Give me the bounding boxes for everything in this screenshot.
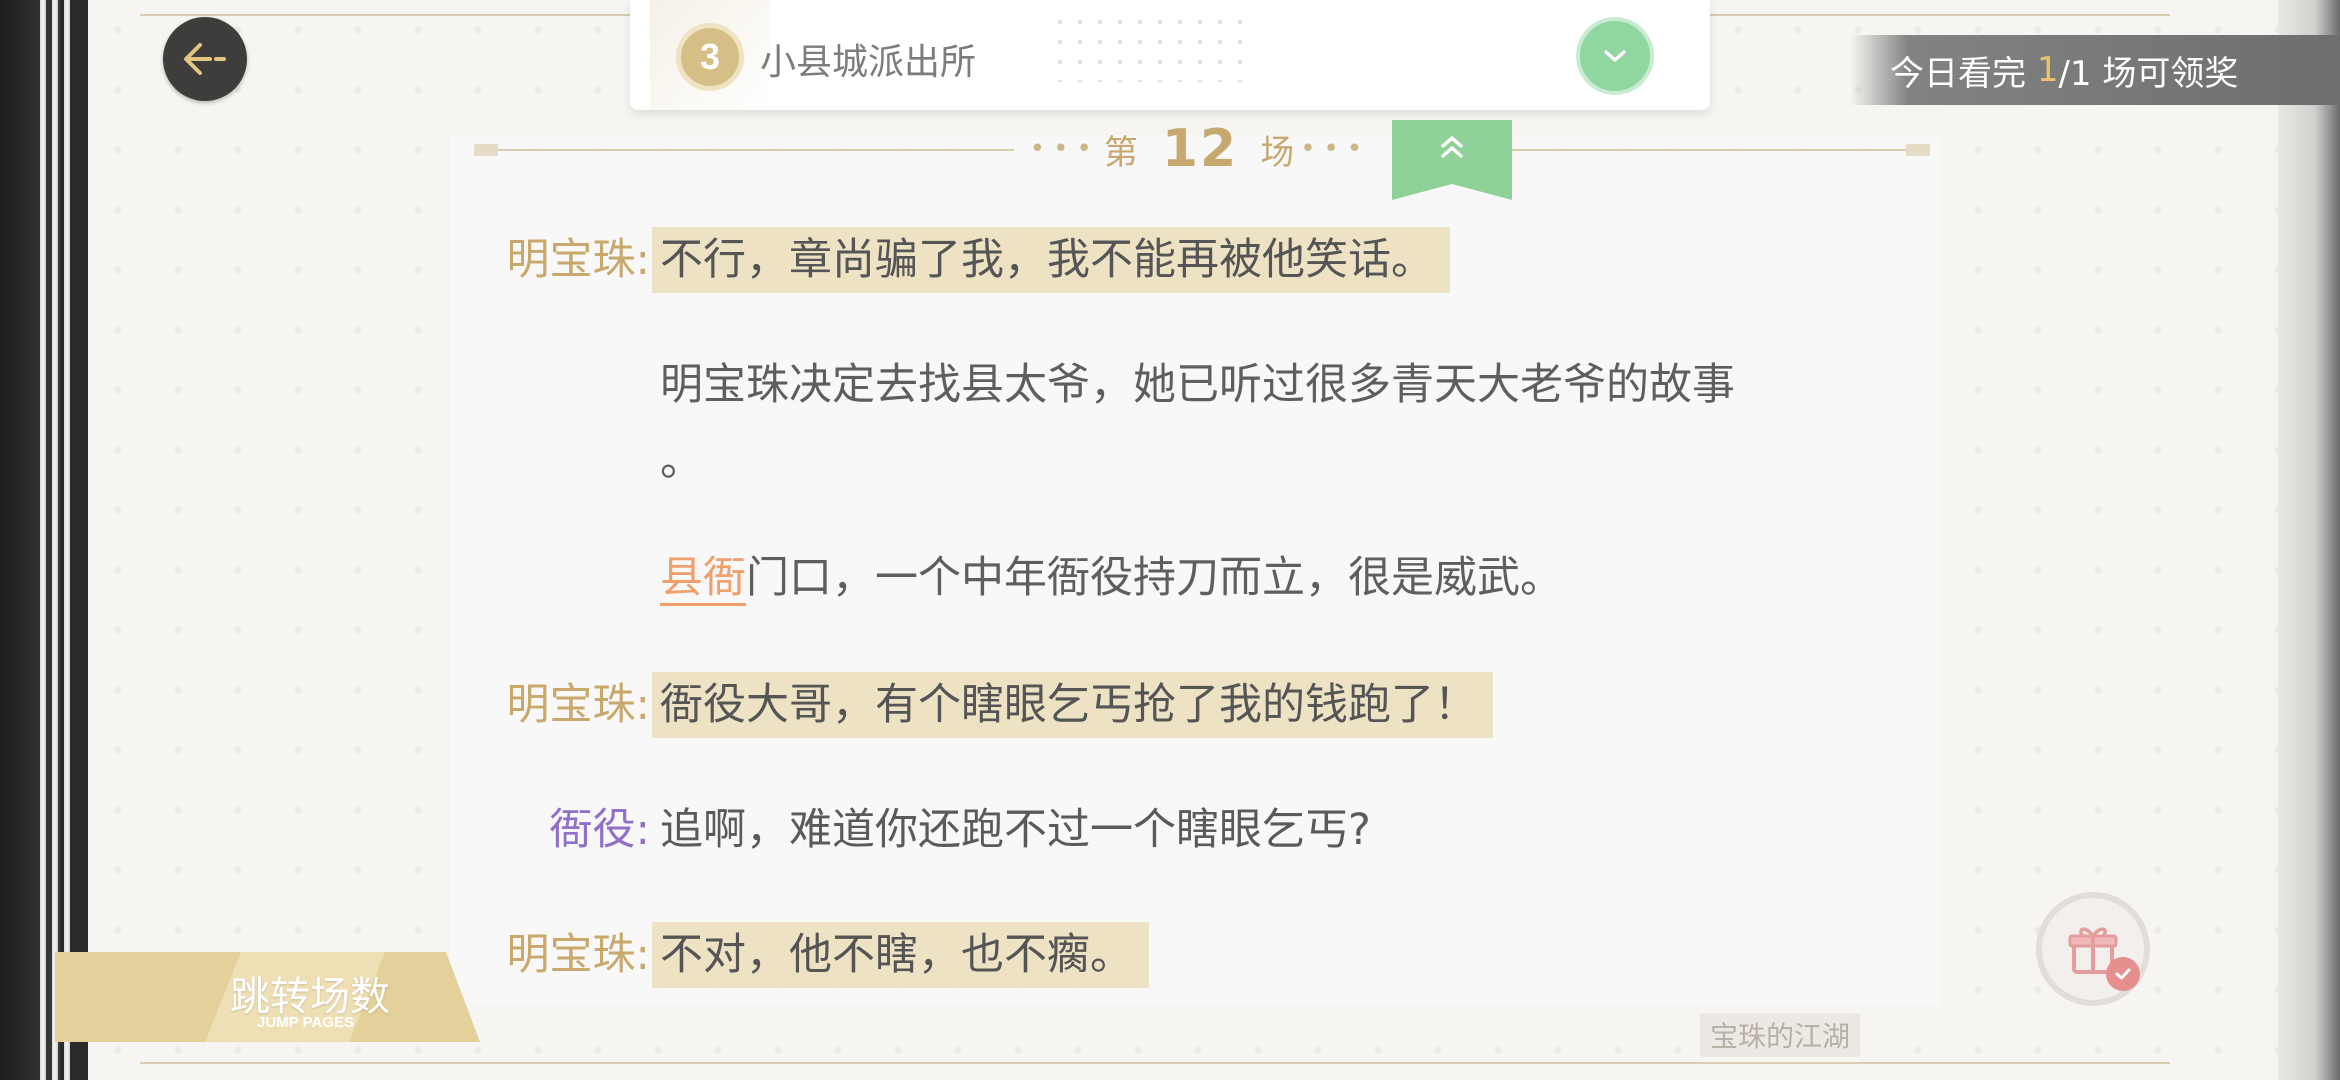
gift-claimed-badge [2106,957,2140,991]
speaker-name: 明宝珠: [506,930,651,980]
chevron-down-icon [1604,50,1626,62]
dialogue-text: 追啊，难道你还跑不过一个瞎眼乞丐? [660,805,1371,855]
reward-rest: /1 场可领奖 [2058,53,2239,94]
scene-divider-right [1510,149,1930,151]
left-dark-edge [0,0,60,1080]
chapter-title: 小县城派出所 [760,42,977,83]
narration-line: 县衙门口，一个中年衙役持刀而立，很是威武。 [660,545,1563,611]
jump-pages-sublabel: JUMP PAGES [257,1014,354,1031]
narration-line-continued: 。 [660,436,703,486]
speaker-name: 明宝珠: [506,235,651,285]
dialogue-text: 不行，章尚骗了我，我不能再被他笑话。 [652,227,1450,293]
dialogue-line[interactable]: 衙役大哥，有个瞎眼乞丐抢了我的钱跑了！ [652,672,1493,738]
scene-prefix: 第 [1103,132,1140,173]
scene-header: ••• 第 12 场 ••• [1029,119,1371,179]
scene-divider-cap [474,144,498,156]
scene-divider-left [474,149,1014,151]
page-binding [52,0,58,1080]
page-binding [64,0,70,1080]
scene-number: 12 [1161,119,1239,179]
speaker-name: 衙役: [549,805,651,855]
dialogue-line[interactable]: 追啊，难道你还跑不过一个瞎眼乞丐? [660,797,1371,863]
page-right-edge [2278,0,2340,1080]
scene-suffix: 场 [1260,132,1297,173]
chapter-tab[interactable]: 3 小县城派出所 [630,0,1710,110]
daily-reward-banner: 今日看完 1/1 场可领奖 [1850,35,2340,105]
reward-prefix: 今日看完 [1890,53,2037,94]
narration-text: 门口，一个中年衙役持刀而立，很是威武。 [746,553,1563,603]
dialogue-line[interactable]: 不行，章尚骗了我，我不能再被他笑话。 [652,227,1450,293]
back-button[interactable] [163,17,247,101]
place-link[interactable]: 县衙 [660,553,746,606]
speaker-name: 明宝珠: [506,680,651,730]
book-title-label: 宝珠的江湖 [1700,1013,1861,1057]
check-icon [2115,968,2131,980]
double-chevron-up-icon [1441,136,1463,158]
chapter-number-badge: 3 [676,23,744,91]
arrow-left-icon [184,43,226,75]
page-binding [40,0,46,1080]
dialogue-text: 不对，他不瞎，也不瘸。 [652,922,1149,988]
scene-divider-cap [1906,144,1930,156]
reward-current-count: 1 [2036,50,2059,90]
jump-pages-button[interactable]: 跳转场数 JUMP PAGES [55,952,480,1042]
dialogue-line[interactable]: 不对，他不瞎，也不瘸。 [652,922,1149,988]
gift-button[interactable] [2036,892,2150,1006]
dot-pattern [1050,12,1250,82]
dialogue-text: 衙役大哥，有个瞎眼乞丐抢了我的钱跑了！ [652,672,1493,738]
chapter-expand-button[interactable] [1576,17,1654,95]
bottom-rule [140,1062,2170,1064]
narration-line: 明宝珠决定去找县太爷，她已听过很多青天大老爷的故事 [660,360,1735,410]
